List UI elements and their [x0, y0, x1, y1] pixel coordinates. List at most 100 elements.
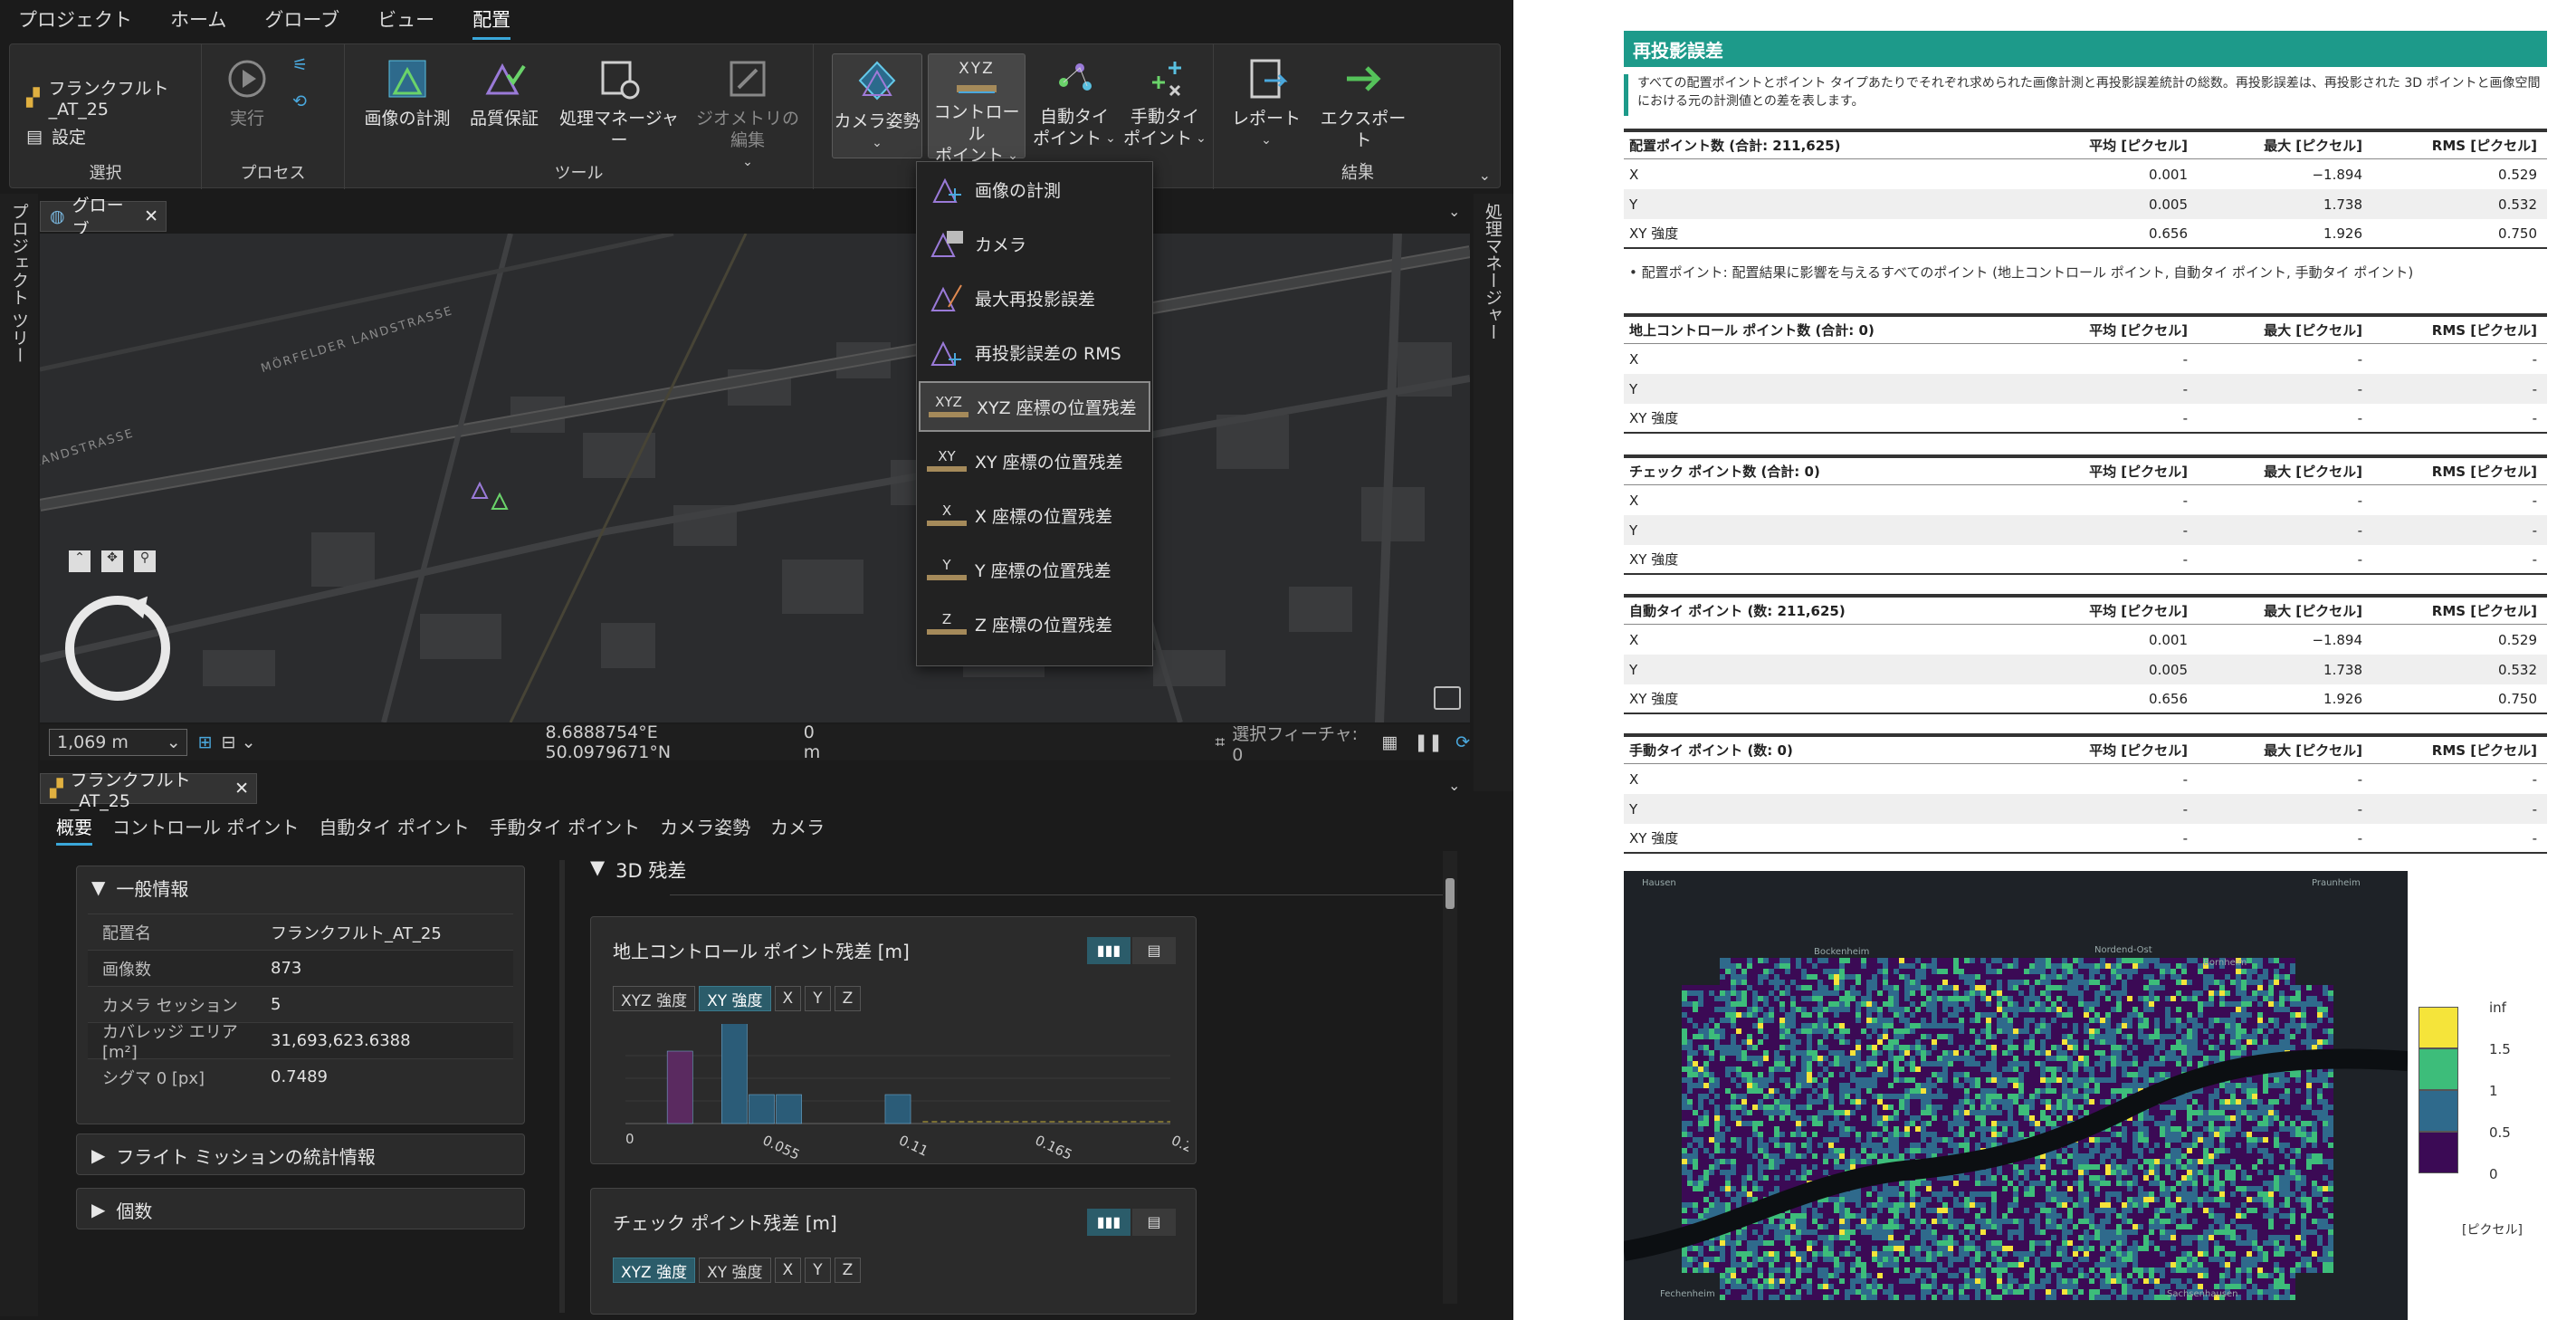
snapping-icon[interactable]: ⊞	[198, 732, 213, 752]
refresh-icon[interactable]: ⟳	[1455, 732, 1470, 752]
navigator-compass[interactable]	[65, 596, 170, 701]
tab-camera-pose[interactable]: カメラ姿勢	[660, 813, 750, 846]
chart-view-toggle[interactable]: ▮▮▮	[1087, 1209, 1131, 1236]
report-button[interactable]: レポート ⌄	[1230, 55, 1302, 151]
control-points-button[interactable]: XYZ コントロール ポイント ⌄	[928, 53, 1026, 166]
pause-icon[interactable]: ❚❚	[1414, 732, 1443, 752]
tab-control-points[interactable]: コントロール ポイント	[112, 813, 299, 846]
heatmap-cell	[1850, 1143, 1856, 1148]
dropdown-item-y-residual[interactable]: Y Y 座標の位置残差	[919, 544, 1150, 595]
pane-scrollbar[interactable]	[1443, 851, 1457, 1304]
heatmap-cell	[1741, 1061, 1747, 1067]
settings-button[interactable]: ▤ 設定	[26, 124, 86, 148]
project-selector[interactable]: ▞ フランクフルト_AT_25	[26, 75, 201, 120]
histogram-bar[interactable]	[666, 1050, 693, 1124]
grid-icon[interactable]: ⊟	[222, 732, 236, 752]
heatmap-cell	[1997, 1018, 2002, 1023]
histogram-bar[interactable]	[749, 1094, 775, 1124]
menu-adjust[interactable]: 配置	[472, 5, 511, 40]
tab-globe[interactable]: ◍ グローブ ✕	[40, 196, 167, 240]
tab-manual-tie-points[interactable]: 手動タイ ポイント	[490, 813, 640, 846]
heatmap-cell	[1883, 1077, 1888, 1083]
manual-tie-points-button[interactable]: 手動タイ ポイント ⌄	[1121, 53, 1208, 149]
histogram-bar[interactable]	[776, 1094, 802, 1124]
table-view-toggle[interactable]: ▤	[1132, 1209, 1176, 1236]
panel-divider[interactable]	[559, 860, 565, 1313]
heatmap-cell	[2160, 1148, 2165, 1153]
counts-section[interactable]: ▶ 個数	[76, 1188, 525, 1229]
globe-map-view[interactable]: MÖRFELDER LANDSTRASSE LANDSTRASSE ⌃ ✥ ⚲	[40, 234, 1470, 722]
chip-z[interactable]: Z	[834, 986, 862, 1011]
tab-auto-tie-points[interactable]: 自動タイ ポイント	[319, 813, 469, 846]
processing-manager-sidebar[interactable]: 処理マネージャー	[1474, 194, 1513, 791]
scroll-thumb[interactable]	[1445, 878, 1455, 909]
nav-up-button[interactable]: ⌃	[69, 550, 91, 572]
tab-adjustment-pane[interactable]: ▞ フランクフルト_AT_25 ✕	[40, 770, 257, 811]
chip-x[interactable]: X	[774, 986, 802, 1011]
menu-project[interactable]: プロジェクト	[18, 5, 132, 33]
camera-pose-button[interactable]: カメラ姿勢 ⌄	[832, 53, 922, 158]
histogram-bar[interactable]	[721, 1024, 748, 1124]
chip-x[interactable]: X	[774, 1258, 802, 1283]
menu-globe[interactable]: グローブ	[264, 5, 339, 33]
collapse-ribbon-icon[interactable]: ⌄	[1479, 167, 1491, 184]
sliders-icon[interactable]: ⚟	[292, 55, 308, 75]
table-icon[interactable]: ▦	[1381, 732, 1398, 752]
quality-button[interactable]: 品質保証	[461, 55, 548, 129]
menu-home[interactable]: ホーム	[170, 5, 226, 33]
dropdown-item-camera[interactable]: カメラ	[919, 218, 1150, 269]
dropdown-item-xyz-residual[interactable]: XYZ XYZ 座標の位置残差	[919, 381, 1150, 432]
auto-tie-points-button[interactable]: 自動タイ ポイント ⌄	[1031, 53, 1118, 149]
tie-point-markers[interactable]	[465, 476, 520, 512]
project-tree-sidebar[interactable]: プロジェクト ツリー	[0, 194, 38, 1316]
heatmap-cell	[1709, 990, 1714, 996]
gcp-residual-histogram[interactable]: 0 0.055 0.11 0.165 0.22	[609, 1024, 1188, 1160]
heatmap-cell	[1861, 990, 1866, 996]
chip-xyz-strength[interactable]: XYZ 強度	[613, 1258, 696, 1283]
chevron-down-icon[interactable]: ⌄	[1448, 203, 1460, 220]
dropdown-item-rms-reprojection[interactable]: 再投影誤差の RMS	[919, 327, 1150, 378]
residual-header[interactable]: ▼ 3D 残差	[590, 856, 686, 884]
dropdown-item-max-reprojection[interactable]: 最大再投影誤差	[919, 273, 1150, 323]
image-measure-button[interactable]: 画像の計測	[358, 55, 457, 129]
run-button[interactable]: 実行	[220, 55, 274, 129]
dropdown-item-image-measure[interactable]: 画像の計測	[919, 164, 1150, 215]
flight-stats-section[interactable]: ▶ フライト ミッションの統計情報	[76, 1133, 525, 1175]
edit-geometry-button[interactable]: ジオメトリの編集 ⌄	[689, 55, 806, 173]
table-view-toggle[interactable]: ▤	[1132, 937, 1176, 964]
walk-button[interactable]: ⚲	[134, 550, 156, 572]
chip-xy-strength[interactable]: XY 強度	[699, 986, 771, 1011]
histogram-bar[interactable]	[884, 1094, 911, 1124]
elevation-readout: 0 m	[803, 722, 821, 762]
heatmap-cell	[2078, 974, 2084, 980]
close-icon[interactable]: ✕	[234, 779, 249, 799]
heatmap-cell	[2122, 1143, 2127, 1148]
close-icon[interactable]: ✕	[144, 206, 158, 226]
chip-xy-strength[interactable]: XY 強度	[699, 1258, 771, 1283]
heatmap-cell	[2111, 958, 2116, 963]
processing-manager-button[interactable]: 処理マネージャー	[551, 55, 687, 151]
dropdown-item-x-residual[interactable]: X X 座標の位置残差	[919, 490, 1150, 540]
tab-camera[interactable]: カメラ	[770, 813, 825, 846]
chart-view-toggle[interactable]: ▮▮▮	[1087, 937, 1131, 964]
general-info-header[interactable]: ▼ 一般情報	[77, 866, 524, 908]
chevron-down-icon[interactable]: ⌄	[242, 732, 256, 752]
dropdown-item-z-residual[interactable]: Z Z 座標の位置残差	[919, 598, 1150, 649]
reset-icon[interactable]: ⟲	[292, 91, 307, 111]
chip-z[interactable]: Z	[834, 1258, 862, 1283]
chevron-down-icon[interactable]: ⌄	[1448, 777, 1460, 794]
chip-xyz-strength[interactable]: XYZ 強度	[613, 986, 696, 1011]
dropdown-item-xy-residual[interactable]: XY XY 座標の位置残差	[919, 435, 1150, 486]
heatmap-cell	[1845, 1094, 1850, 1099]
tab-overview[interactable]: 概要	[56, 813, 92, 846]
map-notes-icon[interactable]	[1434, 686, 1461, 710]
full-extent-button[interactable]: ✥	[101, 550, 123, 572]
export-button[interactable]: エクスポート ⌄	[1313, 55, 1413, 173]
menu-view[interactable]: ビュー	[377, 5, 434, 33]
chip-y[interactable]: Y	[805, 986, 831, 1011]
table-cell: 1.926	[2323, 225, 2362, 242]
chip-y[interactable]: Y	[805, 1258, 831, 1283]
scale-dropdown[interactable]: 1,069 m ⌄	[49, 729, 187, 756]
column-header: RMS [ピクセル]	[2431, 138, 2537, 154]
heatmap-cell	[2008, 963, 2013, 969]
